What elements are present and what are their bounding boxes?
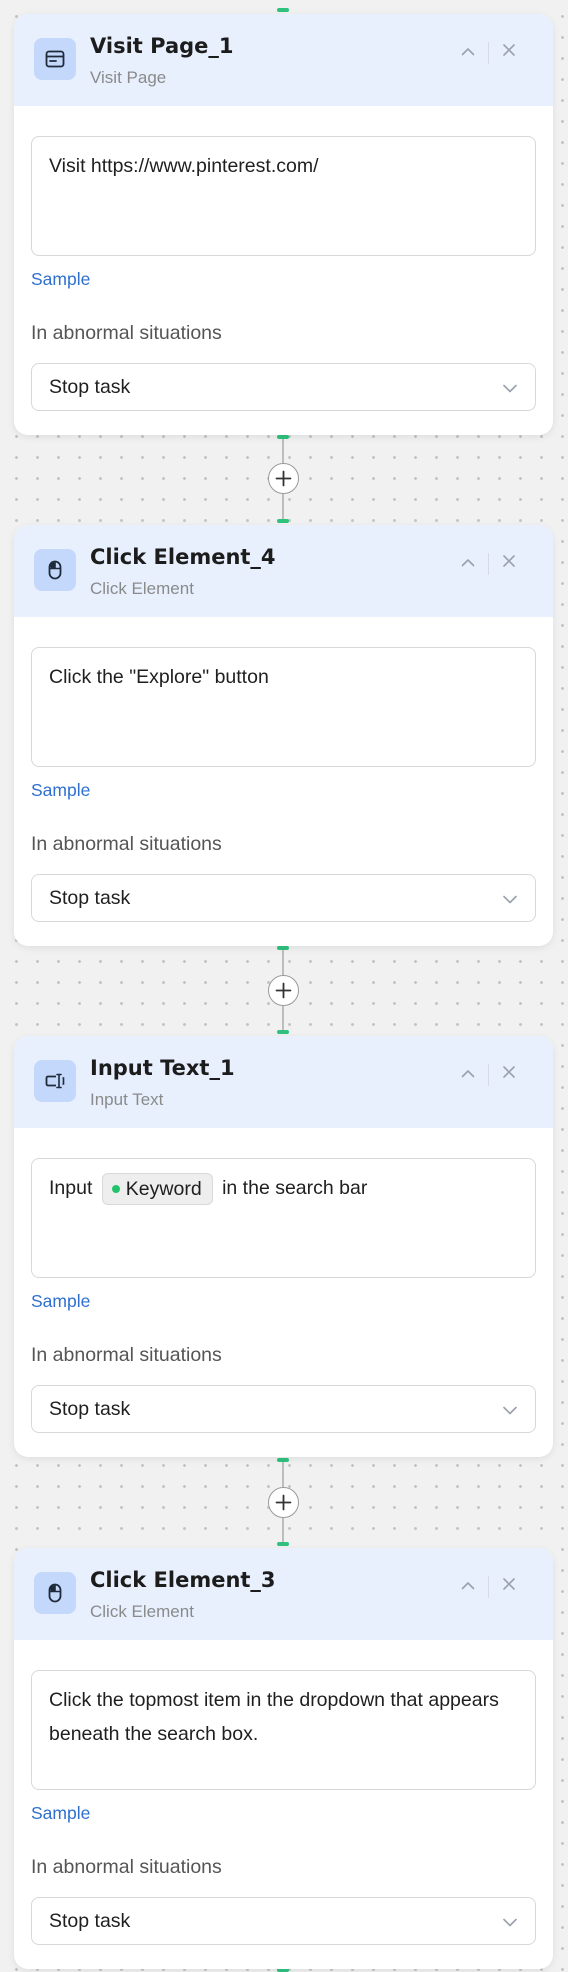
collapse-button[interactable] [456,551,480,575]
collapse-button[interactable] [456,40,480,64]
connector-dash [277,435,289,439]
plus-icon [275,1494,292,1511]
description-text: Click the "Explore" button [49,666,269,688]
abnormal-situations-label: In abnormal situations [31,322,222,344]
step-card-visit-page[interactable]: Visit Page_1 Visit Page Visit https://ww… [14,14,553,435]
close-icon [503,1066,515,1078]
header-divider [488,553,489,575]
plus-icon [275,470,292,487]
connector-dash [277,1030,289,1034]
delete-step-button[interactable] [497,549,521,573]
step-card-click-element[interactable]: Click Element_3 Click Element Click the … [14,1548,553,1969]
header-divider [488,1576,489,1598]
chevron-down-icon [503,1918,517,1927]
step-type: Visit Page [90,68,167,87]
chevron-up-icon [461,48,475,56]
step-title: Click Element_4 [90,545,276,569]
header-divider [488,42,489,64]
add-step-button[interactable] [268,1487,299,1518]
step-title: Input Text_1 [90,1056,235,1080]
step-type: Input Text [90,1090,164,1109]
select-value: Stop task [49,1397,131,1420]
chevron-up-icon [461,1582,475,1590]
collapse-button[interactable] [456,1574,480,1598]
sample-link[interactable]: Sample [31,1291,90,1312]
step-card-input-text[interactable]: Input Text_1 Input Text Input Keyword in… [14,1036,553,1457]
variable-chip-label: Keyword [125,1178,202,1200]
select-value: Stop task [49,375,131,398]
collapse-button[interactable] [456,1062,480,1086]
add-step-button[interactable] [268,463,299,494]
select-value: Stop task [49,886,131,909]
connector-dash [277,519,289,523]
header-divider [488,1064,489,1086]
chevron-up-icon [461,1070,475,1078]
step-type: Click Element [90,579,194,598]
input-text-icon [34,1060,76,1102]
chevron-down-icon [503,1406,517,1415]
close-icon [503,1578,515,1590]
step-description-field[interactable]: Click the topmost item in the dropdown t… [31,1670,536,1790]
abnormal-situations-label: In abnormal situations [31,1344,222,1366]
close-icon [503,555,515,567]
abnormal-action-select[interactable]: Stop task [31,1385,536,1433]
step-title: Visit Page_1 [90,34,234,58]
abnormal-action-select[interactable]: Stop task [31,1897,536,1945]
chevron-down-icon [503,384,517,393]
variable-chip-keyword[interactable]: Keyword [101,1173,213,1205]
description-text-before: Input [49,1177,98,1199]
delete-step-button[interactable] [497,1572,521,1596]
close-icon [503,44,515,56]
connector-dash [277,1458,289,1462]
add-step-button[interactable] [268,975,299,1006]
abnormal-action-select[interactable]: Stop task [31,874,536,922]
chevron-down-icon [503,895,517,904]
step-card-click-element[interactable]: Click Element_4 Click Element Click the … [14,525,553,946]
step-title: Click Element_3 [90,1568,276,1592]
abnormal-action-select[interactable]: Stop task [31,363,536,411]
description-text: Click the topmost item in the dropdown t… [49,1689,499,1745]
variable-dot-icon [111,1185,120,1193]
step-description-field[interactable]: Visit https://www.pinterest.com/ [31,136,536,256]
chevron-up-icon [461,559,475,567]
description-text: Visit https://www.pinterest.com/ [49,155,319,177]
browser-window-icon [34,38,76,80]
delete-step-button[interactable] [497,1060,521,1084]
sample-link[interactable]: Sample [31,269,90,290]
plus-icon [275,982,292,999]
select-value: Stop task [49,1909,131,1932]
abnormal-situations-label: In abnormal situations [31,833,222,855]
step-type: Click Element [90,1602,194,1621]
connector-dash [277,946,289,950]
abnormal-situations-label: In abnormal situations [31,1856,222,1878]
step-description-field[interactable]: Input Keyword in the search bar [31,1158,536,1278]
connector-dash [277,1542,289,1546]
sample-link[interactable]: Sample [31,780,90,801]
sample-link[interactable]: Sample [31,1803,90,1824]
description-text-after: in the search bar [216,1177,368,1199]
step-description-field[interactable]: Click the "Explore" button [31,647,536,767]
mouse-icon [34,549,76,591]
mouse-icon [34,1572,76,1614]
connector-dash [277,8,289,12]
delete-step-button[interactable] [497,38,521,62]
